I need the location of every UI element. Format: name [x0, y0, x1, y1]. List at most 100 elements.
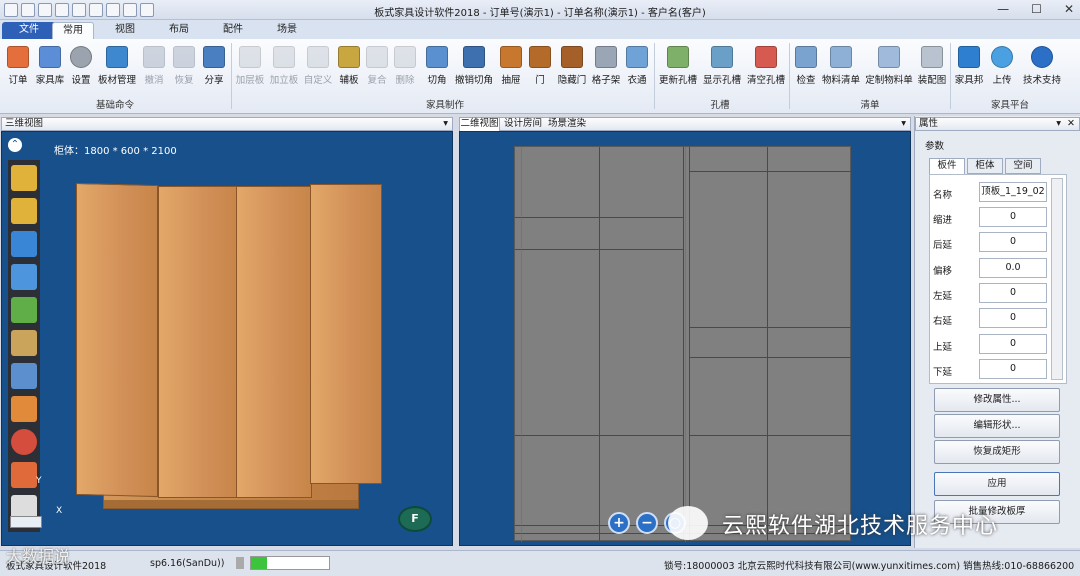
custom-button[interactable]: 自定义: [302, 44, 334, 96]
settings-button[interactable]: 设置: [68, 44, 94, 96]
wardrobe-model[interactable]: [74, 182, 386, 508]
order-button[interactable]: 订单: [4, 44, 32, 96]
check-button[interactable]: 检查: [793, 44, 819, 96]
wardrobe-door-2[interactable]: [158, 186, 238, 498]
hidden-door-button[interactable]: 隐藏门: [556, 44, 588, 96]
tab-cabinet[interactable]: 柜体: [967, 158, 1003, 174]
prop-top-extend-field[interactable]: 0: [979, 334, 1047, 354]
fit-view-icon[interactable]: [11, 297, 37, 323]
wardrobe-door-4[interactable]: [310, 184, 382, 484]
group-basic-commands: 基础命令: [95, 100, 134, 111]
tab-layout[interactable]: 布局: [158, 22, 200, 39]
tab-space[interactable]: 空间: [1005, 158, 1041, 174]
prop-right-extend-field[interactable]: 0: [979, 308, 1047, 328]
prop-left-extend-field[interactable]: 0: [979, 283, 1047, 303]
zoom-in-icon[interactable]: +: [608, 512, 630, 534]
view2d-viewport[interactable]: + − ○: [459, 131, 911, 546]
chamfer-button[interactable]: 切角: [422, 44, 452, 96]
shelf-line: [689, 171, 852, 172]
restore-rectangle-button[interactable]: 恢复成矩形: [934, 440, 1060, 464]
prop-back-extend-field[interactable]: 0: [979, 232, 1047, 252]
view-orientation-cube[interactable]: F: [398, 506, 432, 532]
tech-support-button[interactable]: 技术支持: [1020, 44, 1064, 96]
assembly-drawing-button[interactable]: 装配图: [917, 44, 947, 96]
prop-offset-field[interactable]: 0.0: [979, 258, 1047, 278]
cabinet-elevation-drawing[interactable]: [514, 146, 852, 542]
color-wheel-icon[interactable]: [11, 429, 37, 455]
custom-material-list-icon: [878, 46, 900, 68]
auxiliary-board-button[interactable]: 辅板: [336, 44, 362, 96]
status-license-info: 锁号:18000003 北京云熙时代科技有限公司(www.yunxitimes.…: [664, 561, 1075, 572]
tab-view[interactable]: 视图: [104, 22, 146, 39]
maximize-icon[interactable]: ☐: [1031, 2, 1042, 16]
tab-common[interactable]: 常用: [52, 22, 94, 39]
ribbon-separator: [789, 43, 790, 109]
prop-row-right-extend: 右延 0: [933, 308, 1049, 330]
zoom-out-icon[interactable]: −: [636, 512, 658, 534]
grid-rack-button[interactable]: 格子架: [590, 44, 622, 96]
glasses-icon[interactable]: [11, 330, 37, 356]
add-vertical-board-button[interactable]: 加立板: [268, 44, 300, 96]
ribbon-separator: [654, 43, 655, 109]
upload-button[interactable]: 上传: [989, 44, 1015, 96]
cube-icon[interactable]: [11, 396, 37, 422]
axis-y-label: Y: [36, 476, 42, 486]
show-holes-button[interactable]: 显示孔槽: [702, 44, 742, 96]
delete-button[interactable]: 删除: [392, 44, 418, 96]
composite-button[interactable]: 复合: [364, 44, 390, 96]
furniture-platform-button[interactable]: 家具邦: [953, 44, 985, 96]
tab-scene[interactable]: 场景: [266, 22, 308, 39]
assembly-drawing-icon: [921, 46, 943, 68]
tab-file[interactable]: 文件: [2, 22, 56, 39]
tab-board[interactable]: 板件: [929, 158, 965, 174]
update-holes-button[interactable]: 更新孔槽: [658, 44, 698, 96]
edit-shape-button[interactable]: 编辑形状...: [934, 414, 1060, 438]
add-piece-icon[interactable]: [11, 165, 37, 191]
undo-chamfer-button[interactable]: 撤销切角: [454, 44, 494, 96]
rotate-icon[interactable]: [11, 231, 37, 257]
custom-material-list-button[interactable]: 定制物料单: [863, 44, 915, 96]
close-panel-icon[interactable]: ✕: [1067, 118, 1075, 130]
material-list-button[interactable]: 物料清单: [821, 44, 861, 96]
collapse-toolbar-icon[interactable]: ⌃: [8, 138, 22, 152]
drawer-button[interactable]: 抽屉: [498, 44, 524, 96]
close-icon[interactable]: ✕: [1064, 2, 1074, 16]
floor-plan-icon[interactable]: [11, 363, 37, 389]
add-shelf-icon: [239, 46, 261, 68]
apply-button[interactable]: 应用: [934, 472, 1060, 496]
zoom-icon[interactable]: [11, 264, 37, 290]
view3d-viewport[interactable]: ⌃ 柜体：1800 * 600 * 2100 Y X F: [1, 131, 453, 546]
wardrobe-door-1[interactable]: [76, 182, 158, 498]
help-icon: [1031, 46, 1053, 68]
progress-fill: [251, 557, 267, 569]
tab-scene-render[interactable]: 场景渲染: [546, 118, 588, 130]
prop-indent-field[interactable]: 0: [979, 207, 1047, 227]
property-scrollbar[interactable]: [1051, 178, 1063, 380]
add-shelf-button[interactable]: 加层板: [234, 44, 266, 96]
share-button[interactable]: 分享: [200, 44, 228, 96]
furniture-library-button[interactable]: 家具库: [34, 44, 66, 96]
tab-design-room[interactable]: 设计房间: [502, 118, 544, 130]
tab-accessories[interactable]: 配件: [212, 22, 254, 39]
tab-2d-view[interactable]: 二维视图: [460, 118, 500, 131]
modify-properties-button[interactable]: 修改属性...: [934, 388, 1060, 412]
minimize-icon[interactable]: —: [997, 2, 1009, 16]
chart-icon[interactable]: [11, 462, 37, 488]
wardrobe-door-3[interactable]: [236, 186, 312, 498]
hanging-rod-button[interactable]: 衣通: [624, 44, 650, 96]
pane-menu-icon[interactable]: ▾: [443, 118, 448, 130]
door-button[interactable]: 门: [528, 44, 552, 96]
remove-piece-icon[interactable]: [11, 198, 37, 224]
redo-button[interactable]: 恢复: [170, 44, 198, 96]
pane-menu-icon[interactable]: ▾: [901, 118, 906, 130]
clear-holes-button[interactable]: 清空孔槽: [746, 44, 786, 96]
pin-icon[interactable]: ▾: [1056, 118, 1061, 130]
board-management-button[interactable]: 板材管理: [96, 44, 138, 96]
undo-button[interactable]: 撤消: [140, 44, 168, 96]
prop-bottom-extend-field[interactable]: 0: [979, 359, 1047, 379]
shelf-line: [515, 435, 683, 436]
guide-line: [685, 147, 686, 542]
view3d-slider[interactable]: [10, 516, 42, 528]
axis-x-label: X: [56, 506, 63, 516]
prop-name-field[interactable]: 顶板_1_19_02: [979, 182, 1047, 202]
